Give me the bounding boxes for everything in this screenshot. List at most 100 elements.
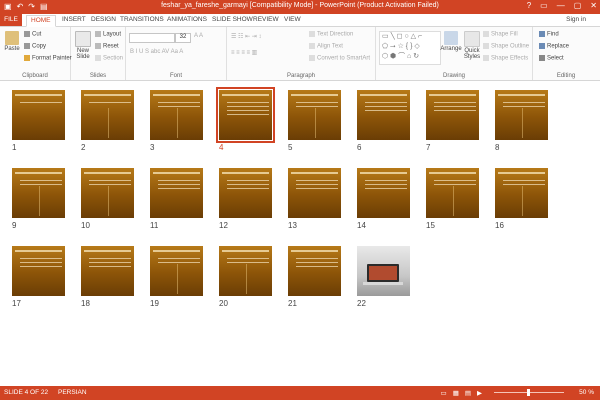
replace-icon (539, 43, 545, 49)
language-indicator[interactable]: PERSIAN (58, 389, 87, 396)
reset-icon (95, 43, 101, 49)
font-name-box[interactable] (129, 33, 175, 43)
zoom-slider-knob[interactable] (527, 389, 530, 396)
normal-view-icon[interactable]: ▭ (441, 389, 447, 397)
list-icons[interactable]: ☰ ☷ ⇤ ⇥ ↕ (231, 33, 261, 40)
tab-file[interactable]: FILE (0, 14, 22, 26)
tab-view[interactable]: VIEW (280, 15, 305, 25)
slide-thumbnail[interactable] (12, 246, 65, 296)
shape-effects-button[interactable]: Shape Effects (483, 55, 528, 62)
shape-outline-button[interactable]: Shape Outline (483, 43, 529, 50)
sorter-view-icon[interactable]: ▦ (453, 389, 459, 397)
slide-thumbnail[interactable] (288, 168, 341, 218)
paragraph-group: ☰ ☷ ⇤ ⇥ ↕ ≡ ≡ ≡ ≡ ▥ Text Direction Align… (227, 27, 376, 80)
outline-icon (483, 43, 489, 49)
slide-number: 12 (219, 221, 228, 230)
slides-group: New Slide Layout Reset Section Slides (71, 27, 126, 80)
shape-fill-button[interactable]: Shape Fill (483, 31, 518, 38)
slide-number: 13 (288, 221, 297, 230)
font-grow-icon[interactable]: A A (194, 33, 203, 39)
slides-label: Slides (89, 73, 107, 79)
layout-button[interactable]: Layout (95, 31, 121, 38)
find-button[interactable]: Find (539, 31, 559, 38)
reading-view-icon[interactable]: ▤ (465, 389, 471, 397)
slide-thumbnail[interactable] (426, 90, 479, 140)
slide-sorter: 1 2 3 4 5 6 7 8 9 10 11 12 13 14 15 16 1… (0, 81, 600, 385)
slide-thumbnail[interactable] (495, 168, 548, 218)
slide-thumbnail[interactable] (357, 90, 410, 140)
smartart-button[interactable]: Convert to SmartArt (309, 55, 370, 62)
slide-number: 1 (12, 143, 17, 152)
slide-thumbnail[interactable] (150, 90, 203, 140)
new-slide-button[interactable]: New Slide (73, 31, 93, 60)
scissors-icon (24, 31, 30, 37)
slide-count: SLIDE 4 OF 22 (4, 389, 49, 396)
slide-thumbnail[interactable] (357, 168, 410, 218)
quick-styles-button[interactable]: Quick Styles (463, 31, 481, 60)
font-format-icons[interactable]: B I U S abc AV Aa A (130, 49, 183, 55)
smartart-icon (309, 55, 315, 61)
tab-transitions[interactable]: TRANSITIONS (116, 15, 168, 25)
section-icon (95, 55, 101, 61)
text-direction-button[interactable]: Text Direction (309, 31, 353, 38)
slide-thumbnail[interactable] (150, 168, 203, 218)
slide-number: 8 (495, 143, 500, 152)
effects-icon (483, 55, 489, 61)
view-buttons: ▭ ▦ ▤ ▶ (441, 389, 482, 397)
align-text-button[interactable]: Align Text (309, 43, 343, 50)
zoom-level[interactable]: 50 % (579, 389, 594, 396)
slide-number: 2 (81, 143, 86, 152)
slide-thumbnail[interactable] (81, 168, 134, 218)
clipboard-group: Paste Cut Copy Format Painter Clipboard (0, 27, 72, 80)
format-painter-button[interactable]: Format Painter (24, 55, 72, 62)
editing-label: Editing (556, 73, 576, 79)
ribbon-display-icon[interactable]: ▭ (540, 1, 548, 10)
slide-thumbnail[interactable] (426, 168, 479, 218)
slide-thumbnail[interactable] (12, 168, 65, 218)
font-label: Font (169, 73, 182, 79)
slide-thumbnail[interactable] (288, 246, 341, 296)
slide-thumbnail[interactable] (150, 246, 203, 296)
slide-thumbnail[interactable] (219, 168, 272, 218)
slideshow-view-icon[interactable]: ▶ (477, 389, 482, 397)
paste-icon (5, 31, 19, 45)
close-icon[interactable]: ✕ (590, 1, 597, 10)
align-icons[interactable]: ≡ ≡ ≡ ≡ ▥ (231, 49, 257, 56)
replace-button[interactable]: Replace (539, 43, 569, 50)
minimize-icon[interactable]: — (557, 1, 565, 10)
font-size-box[interactable]: 32 (175, 33, 191, 43)
slide-thumbnail[interactable] (219, 246, 272, 296)
slide-thumbnail-photo[interactable] (357, 246, 410, 296)
quick-styles-icon (464, 31, 480, 47)
slide-thumbnail[interactable] (12, 90, 65, 140)
slide-thumbnail[interactable] (288, 90, 341, 140)
tab-home[interactable]: HOME (26, 15, 56, 27)
slide-thumbnail[interactable] (495, 90, 548, 140)
help-icon[interactable]: ? (527, 1, 531, 10)
status-bar: SLIDE 4 OF 22 PERSIAN ▭ ▦ ▤ ▶ 50 % (0, 386, 600, 400)
cut-button[interactable]: Cut (24, 31, 41, 38)
tab-insert[interactable]: INSERT (58, 15, 90, 25)
slide-thumbnail[interactable] (81, 246, 134, 296)
select-button[interactable]: Select (539, 55, 564, 62)
reset-button[interactable]: Reset (95, 43, 119, 50)
maximize-icon[interactable]: ▢ (574, 1, 582, 10)
layout-icon (95, 31, 101, 37)
tab-review[interactable]: REVIEW (249, 15, 283, 25)
paste-button[interactable]: Paste (3, 31, 21, 52)
tab-design[interactable]: DESIGN (87, 15, 120, 25)
section-button[interactable]: Section (95, 55, 123, 62)
slide-number: 22 (357, 299, 366, 308)
slide-thumbnail-selected[interactable] (216, 87, 275, 143)
slide-number: 10 (81, 221, 90, 230)
editing-group: Find Replace Select Editing (533, 27, 599, 80)
slide-number: 19 (150, 299, 159, 308)
shapes-gallery[interactable]: ▭ ╲ ◻ ○ △ ⌐ ⬠ ⭢ ☆ { } ◇ ⬡ ⬢ ⌒ ⌂ ↻ (379, 31, 441, 65)
slide-number: 15 (426, 221, 435, 230)
slide-thumbnail[interactable] (81, 90, 134, 140)
font-group: 32 A A B I U S abc AV Aa A Font (126, 27, 227, 80)
sign-in-link[interactable]: Sign in (566, 16, 586, 23)
tab-animations[interactable]: ANIMATIONS (163, 15, 211, 25)
arrange-button[interactable]: Arrange (440, 31, 462, 52)
copy-button[interactable]: Copy (24, 43, 46, 50)
